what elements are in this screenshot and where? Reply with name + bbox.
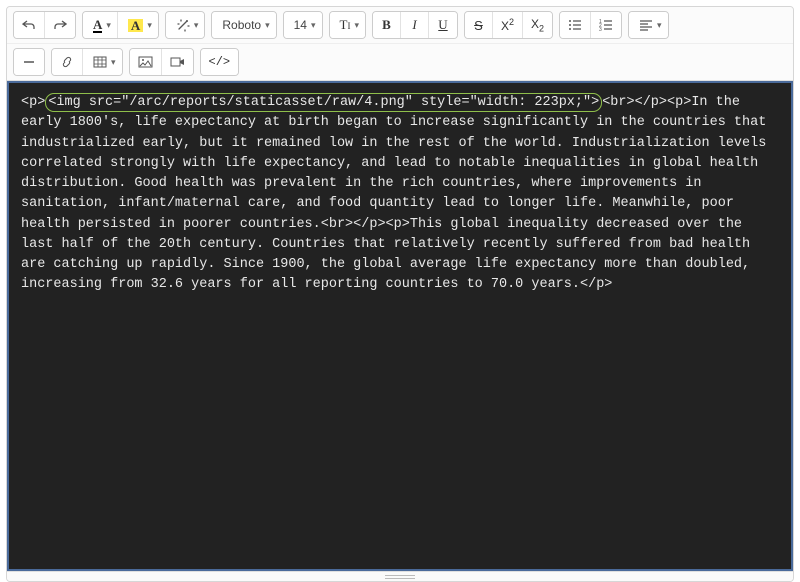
unordered-list-icon (568, 19, 582, 31)
chevron-down-icon: ▾ (311, 20, 316, 31)
align-left-icon (639, 19, 653, 31)
align-button[interactable]: ▾ (629, 12, 668, 38)
code-editor[interactable]: <p><img src="/arc/reports/staticasset/ra… (7, 81, 793, 571)
font-color-icon: A (93, 18, 102, 33)
video-button[interactable] (162, 49, 193, 75)
subscript-icon: X2 (531, 17, 544, 33)
link-icon (60, 56, 74, 68)
superscript-icon: X2 (501, 17, 514, 33)
magic-button[interactable]: ▾ (166, 12, 205, 38)
bold-icon: B (382, 17, 391, 33)
bold-button[interactable]: B (373, 12, 401, 38)
editor-container: A ▾ A ▾ ▾ Roboto ▾ (6, 6, 794, 582)
paragraph-style-select[interactable]: TI ▾ (330, 12, 365, 38)
font-family-label: Roboto (222, 18, 261, 32)
code-view-icon: </> (209, 55, 231, 69)
svg-text:3: 3 (599, 27, 602, 31)
font-color-button[interactable]: A ▾ (83, 12, 118, 38)
grip-icon (385, 575, 415, 579)
unordered-list-button[interactable] (560, 12, 591, 38)
undo-button[interactable] (14, 12, 45, 38)
font-family-select[interactable]: Roboto ▾ (212, 12, 275, 38)
chevron-down-icon: ▾ (265, 20, 270, 31)
redo-icon (53, 19, 67, 31)
toolbar: A ▾ A ▾ ▾ Roboto ▾ (7, 7, 793, 81)
chevron-down-icon: ▾ (106, 20, 111, 31)
underline-icon: U (438, 17, 447, 33)
magic-wand-icon (176, 18, 190, 32)
strikethrough-button[interactable]: S (465, 12, 493, 38)
code-selection: <img src="/arc/reports/staticasset/raw/4… (45, 93, 602, 112)
minus-icon (22, 56, 36, 68)
chevron-down-icon: ▾ (147, 20, 152, 31)
ordered-list-button[interactable]: 123 (591, 12, 621, 38)
image-icon (138, 56, 153, 68)
toolbar-row-1: A ▾ A ▾ ▾ Roboto ▾ (7, 7, 793, 43)
ordered-list-icon: 123 (599, 19, 613, 31)
italic-icon: I (412, 17, 416, 33)
undo-icon (22, 19, 36, 31)
code-view-button[interactable]: </> (201, 49, 239, 75)
italic-button[interactable]: I (401, 12, 429, 38)
font-size-select[interactable]: 14 ▾ (284, 12, 322, 38)
redo-button[interactable] (45, 12, 75, 38)
chevron-down-icon: ▾ (657, 20, 662, 31)
toolbar-row-2: ▾ </> (7, 43, 793, 80)
underline-button[interactable]: U (429, 12, 457, 38)
font-size-label: 14 (294, 18, 307, 32)
table-icon (93, 56, 107, 68)
table-button[interactable]: ▾ (83, 49, 122, 75)
subscript-button[interactable]: X2 (523, 12, 552, 38)
strikethrough-icon: S (474, 18, 483, 33)
highlight-icon: A (128, 19, 143, 32)
video-icon (170, 56, 185, 68)
chevron-down-icon: ▾ (111, 57, 116, 68)
paragraph-style-icon: TI (340, 17, 351, 33)
chevron-down-icon: ▾ (194, 20, 199, 31)
chevron-down-icon: ▾ (354, 20, 359, 31)
superscript-button[interactable]: X2 (493, 12, 523, 38)
image-button[interactable] (130, 49, 162, 75)
horizontal-rule-button[interactable] (14, 49, 44, 75)
code-prefix: <p> (21, 95, 45, 110)
link-button[interactable] (52, 49, 83, 75)
code-rest: <br></p><p>In the early 1800's, life exp… (21, 95, 774, 292)
highlight-color-button[interactable]: A ▾ (118, 12, 158, 38)
